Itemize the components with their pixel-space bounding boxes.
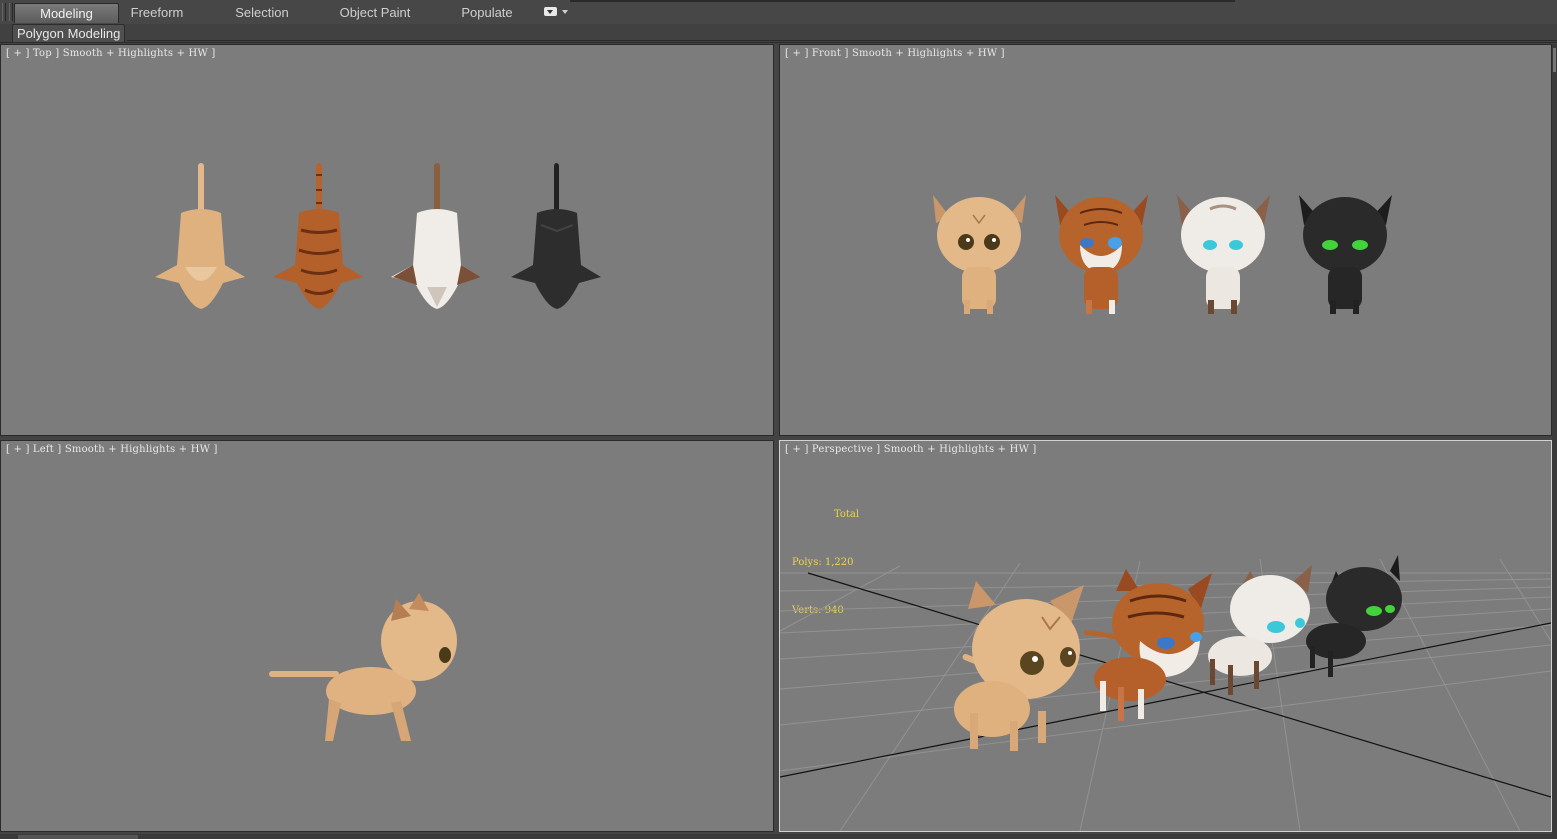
polygon-modeling-panel-button[interactable]: Polygon Modeling [12, 24, 126, 43]
viewport-top[interactable]: [ + ] Top ] Smooth + Highlights + HW ] [0, 44, 774, 436]
top-view-cats [155, 163, 601, 309]
cat-top-black [511, 163, 601, 309]
viewport-left[interactable]: [ + ] Left ] Smooth + Highlights + HW ] [0, 440, 774, 832]
tab-populate[interactable]: Populate [450, 3, 524, 22]
chevron-down-icon [562, 10, 568, 14]
scrollbar-thumb[interactable] [1553, 48, 1556, 72]
ribbon-grip[interactable] [2, 3, 6, 21]
tab-freeform[interactable]: Freeform [118, 3, 196, 22]
cat-front-black [1299, 195, 1392, 314]
cat-front-white [1177, 195, 1270, 314]
panel-divider [127, 40, 1557, 41]
cat-top-tabby [273, 163, 363, 309]
cat-top-white [391, 163, 481, 309]
viewport-front[interactable]: [ + ] Front ] Smooth + Highlights + HW ] [779, 44, 1552, 436]
front-view-cats [933, 195, 1392, 314]
ribbon-grip-secondary[interactable] [9, 3, 13, 21]
cat-front-ginger [933, 195, 1026, 314]
bottom-timeline-strip [0, 834, 1557, 839]
viewport-layout-scrollbar[interactable] [1552, 44, 1557, 834]
cat-persp-ginger [954, 581, 1084, 751]
ribbon-tab-bar: Modeling Freeform Selection Object Paint… [0, 0, 1557, 25]
cat-front-tabby [1055, 195, 1148, 314]
cat-top-ginger [155, 163, 245, 309]
ribbon-top-divider [570, 0, 1235, 2]
ribbon-options-box-icon [544, 7, 557, 16]
left-view-cat [269, 593, 457, 741]
cat-persp-tabby [1084, 569, 1212, 721]
cat-side-ginger [269, 593, 457, 741]
tab-modeling[interactable]: Modeling [14, 3, 119, 23]
timeline-slider[interactable] [18, 835, 138, 839]
perspective-scene [780, 555, 1551, 831]
viewport-perspective[interactable]: [ + ] Perspective ] Smooth + Highlights … [779, 440, 1552, 832]
ribbon-panel-bar: Polygon Modeling [0, 24, 1557, 43]
tab-object-paint[interactable]: Object Paint [330, 3, 420, 22]
ribbon-options-dropdown-icon[interactable] [544, 6, 572, 18]
tab-selection[interactable]: Selection [222, 3, 302, 22]
